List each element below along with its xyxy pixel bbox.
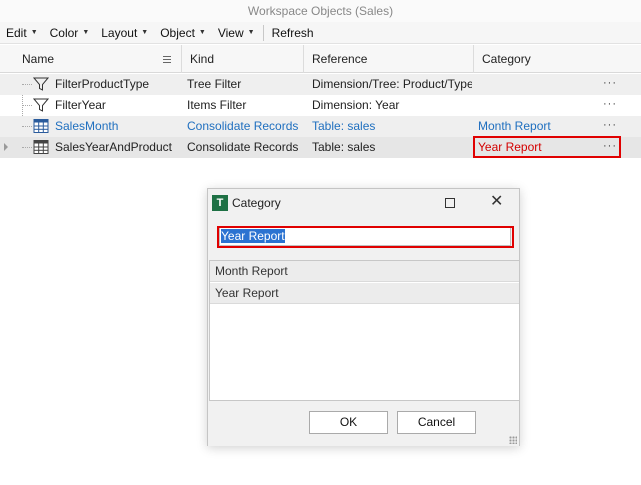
category-list[interactable]: Month Report Year Report — [209, 260, 520, 401]
close-icon[interactable]: ✕ — [490, 192, 503, 212]
menu-view[interactable]: View ▼ — [212, 22, 261, 44]
cell-category[interactable] — [478, 95, 598, 116]
cell-reference: Dimension/Tree: Product/Type — [312, 77, 472, 91]
menu-object[interactable]: Object ▼ — [154, 22, 212, 44]
tree-line — [22, 126, 32, 127]
menu-color-label: Color — [49, 25, 79, 40]
column-header-reference[interactable]: Reference — [304, 45, 474, 73]
row-indicator-icon — [4, 143, 8, 151]
cell-reference: Dimension: Year — [312, 98, 400, 112]
table-icon — [33, 140, 49, 154]
app-logo-icon: T — [212, 195, 228, 211]
menu-separator — [262, 24, 264, 41]
maximize-icon[interactable] — [445, 198, 455, 208]
window-title: Workspace Objects (Sales) — [0, 0, 641, 22]
ellipsis-button[interactable]: ··· — [603, 95, 617, 114]
column-header-kind-label: Kind — [190, 52, 215, 66]
menu-refresh-label: Refresh — [271, 25, 314, 40]
column-header-reference-label: Reference — [312, 52, 368, 66]
cell-reference: Table: sales — [312, 119, 376, 133]
list-item[interactable]: Month Report — [210, 261, 519, 282]
chevron-down-icon: ▼ — [247, 28, 255, 36]
column-header-kind[interactable]: Kind — [182, 45, 304, 73]
table-row[interactable]: SalesMonth Consolidate Records Table: sa… — [0, 116, 641, 137]
table-icon — [33, 119, 49, 133]
chevron-down-icon: ▼ — [141, 28, 149, 36]
menu-edit[interactable]: Edit ▼ — [0, 22, 44, 44]
menu-layout-label: Layout — [101, 25, 138, 40]
menu-edit-label: Edit — [6, 25, 27, 40]
filter-icon — [33, 77, 49, 91]
menu-color[interactable]: Color ▼ — [44, 22, 96, 44]
list-item[interactable]: Year Report — [210, 283, 519, 304]
highlight-box — [473, 136, 621, 158]
cell-reference: Table: sales — [312, 140, 376, 154]
dialog-footer: OK Cancel — [208, 402, 519, 446]
cell-kind: Tree Filter — [187, 77, 242, 91]
ok-button[interactable]: OK — [309, 411, 388, 434]
table-row[interactable]: FilterProductType Tree Filter Dimension/… — [0, 74, 641, 95]
cell-category[interactable] — [478, 74, 598, 95]
column-header-name[interactable]: Name — [14, 45, 182, 73]
cell-kind: Items Filter — [187, 98, 247, 112]
column-header-category[interactable]: Category — [474, 45, 641, 73]
cell-kind: Consolidate Records — [187, 140, 299, 154]
ellipsis-button[interactable]: ··· — [603, 74, 617, 93]
dialog-title: Category — [232, 196, 281, 210]
cancel-button[interactable]: Cancel — [397, 411, 476, 434]
cell-name: SalesMonth — [55, 119, 119, 133]
grid-header: Name Kind Reference Category — [0, 45, 641, 73]
cell-name: SalesYearAndProduct — [55, 140, 172, 154]
tree-line — [22, 105, 32, 106]
sort-icon[interactable] — [163, 56, 171, 63]
cell-kind: Consolidate Records — [187, 119, 299, 133]
column-header-name-label: Name — [22, 52, 55, 66]
table-row[interactable]: FilterYear Items Filter Dimension: Year … — [0, 95, 641, 116]
menu-bar: Edit ▼ Color ▼ Layout ▼ Object ▼ View ▼ Refre… — [0, 22, 641, 44]
chevron-down-icon: ▼ — [82, 28, 90, 36]
column-header-category-label: Category — [482, 52, 531, 66]
tree-line — [22, 147, 32, 148]
cell-name: FilterYear — [55, 98, 106, 112]
dialog-titlebar: T Category ✕ — [208, 189, 519, 217]
menu-layout[interactable]: Layout ▼ — [95, 22, 154, 44]
ellipsis-button[interactable]: ··· — [603, 116, 617, 135]
cell-name: FilterProductType — [55, 77, 150, 91]
cell-category[interactable]: Month Report — [478, 116, 598, 137]
filter-icon — [33, 98, 49, 112]
chevron-down-icon: ▼ — [30, 28, 38, 36]
tree-line — [22, 84, 32, 85]
category-dialog: T Category ✕ Year Report Month Report Ye… — [207, 188, 520, 446]
chevron-down-icon: ▼ — [198, 28, 206, 36]
menu-view-label: View — [217, 25, 244, 40]
resize-grip-icon[interactable] — [509, 436, 517, 444]
menu-refresh[interactable]: Refresh — [266, 22, 320, 44]
menu-object-label: Object — [160, 25, 195, 40]
highlight-box — [217, 226, 514, 248]
